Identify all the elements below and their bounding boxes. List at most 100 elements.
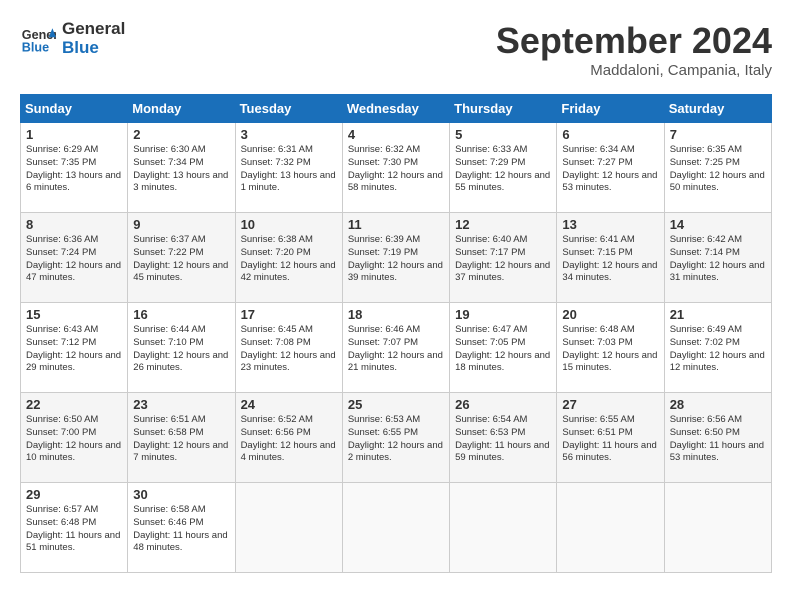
calendar-day-cell: 14 Sunrise: 6:42 AMSunset: 7:14 PMDaylig… — [664, 213, 771, 303]
calendar-week-row: 29 Sunrise: 6:57 AMSunset: 6:48 PMDaylig… — [21, 483, 772, 573]
day-info: Sunrise: 6:58 AMSunset: 6:46 PMDaylight:… — [133, 504, 229, 555]
calendar-day-cell: 9 Sunrise: 6:37 AMSunset: 7:22 PMDayligh… — [128, 213, 235, 303]
day-info: Sunrise: 6:57 AMSunset: 6:48 PMDaylight:… — [26, 504, 122, 555]
logo-text-blue: Blue — [62, 39, 125, 58]
calendar-day-cell: 26 Sunrise: 6:54 AMSunset: 6:53 PMDaylig… — [450, 393, 557, 483]
svg-text:Blue: Blue — [22, 40, 49, 54]
location: Maddaloni, Campania, Italy — [496, 62, 772, 79]
day-number: 17 — [241, 307, 337, 322]
day-number: 4 — [348, 127, 444, 142]
day-number: 2 — [133, 127, 229, 142]
calendar-day-cell: 20 Sunrise: 6:48 AMSunset: 7:03 PMDaylig… — [557, 303, 664, 393]
calendar-week-row: 1 Sunrise: 6:29 AMSunset: 7:35 PMDayligh… — [21, 123, 772, 213]
calendar-day-cell: 8 Sunrise: 6:36 AMSunset: 7:24 PMDayligh… — [21, 213, 128, 303]
day-number: 10 — [241, 217, 337, 232]
calendar-day-cell: 24 Sunrise: 6:52 AMSunset: 6:56 PMDaylig… — [235, 393, 342, 483]
calendar-day-cell — [450, 483, 557, 573]
day-info: Sunrise: 6:45 AMSunset: 7:08 PMDaylight:… — [241, 324, 337, 375]
calendar-day-cell: 22 Sunrise: 6:50 AMSunset: 7:00 PMDaylig… — [21, 393, 128, 483]
calendar-day-cell: 27 Sunrise: 6:55 AMSunset: 6:51 PMDaylig… — [557, 393, 664, 483]
day-number: 26 — [455, 397, 551, 412]
day-number: 3 — [241, 127, 337, 142]
calendar-day-cell: 17 Sunrise: 6:45 AMSunset: 7:08 PMDaylig… — [235, 303, 342, 393]
day-info: Sunrise: 6:32 AMSunset: 7:30 PMDaylight:… — [348, 144, 444, 195]
day-number: 29 — [26, 487, 122, 502]
logo-icon: General Blue — [20, 21, 56, 57]
day-info: Sunrise: 6:33 AMSunset: 7:29 PMDaylight:… — [455, 144, 551, 195]
day-info: Sunrise: 6:50 AMSunset: 7:00 PMDaylight:… — [26, 414, 122, 465]
calendar-day-cell: 23 Sunrise: 6:51 AMSunset: 6:58 PMDaylig… — [128, 393, 235, 483]
day-info: Sunrise: 6:55 AMSunset: 6:51 PMDaylight:… — [562, 414, 658, 465]
calendar-day-cell: 15 Sunrise: 6:43 AMSunset: 7:12 PMDaylig… — [21, 303, 128, 393]
calendar-day-cell: 5 Sunrise: 6:33 AMSunset: 7:29 PMDayligh… — [450, 123, 557, 213]
calendar-week-row: 15 Sunrise: 6:43 AMSunset: 7:12 PMDaylig… — [21, 303, 772, 393]
day-info: Sunrise: 6:48 AMSunset: 7:03 PMDaylight:… — [562, 324, 658, 375]
calendar-day-cell — [342, 483, 449, 573]
day-info: Sunrise: 6:36 AMSunset: 7:24 PMDaylight:… — [26, 234, 122, 285]
calendar-day-cell: 7 Sunrise: 6:35 AMSunset: 7:25 PMDayligh… — [664, 123, 771, 213]
day-info: Sunrise: 6:38 AMSunset: 7:20 PMDaylight:… — [241, 234, 337, 285]
day-info: Sunrise: 6:53 AMSunset: 6:55 PMDaylight:… — [348, 414, 444, 465]
day-number: 7 — [670, 127, 766, 142]
day-number: 24 — [241, 397, 337, 412]
calendar-week-row: 8 Sunrise: 6:36 AMSunset: 7:24 PMDayligh… — [21, 213, 772, 303]
calendar-day-cell: 13 Sunrise: 6:41 AMSunset: 7:15 PMDaylig… — [557, 213, 664, 303]
calendar-day-cell: 18 Sunrise: 6:46 AMSunset: 7:07 PMDaylig… — [342, 303, 449, 393]
weekday-header-sunday: Sunday — [21, 95, 128, 123]
weekday-header-friday: Friday — [557, 95, 664, 123]
day-info: Sunrise: 6:35 AMSunset: 7:25 PMDaylight:… — [670, 144, 766, 195]
calendar-day-cell: 4 Sunrise: 6:32 AMSunset: 7:30 PMDayligh… — [342, 123, 449, 213]
day-number: 11 — [348, 217, 444, 232]
day-info: Sunrise: 6:31 AMSunset: 7:32 PMDaylight:… — [241, 144, 337, 195]
day-number: 8 — [26, 217, 122, 232]
day-number: 23 — [133, 397, 229, 412]
day-info: Sunrise: 6:37 AMSunset: 7:22 PMDaylight:… — [133, 234, 229, 285]
logo: General Blue General Blue — [20, 20, 125, 57]
weekday-header-saturday: Saturday — [664, 95, 771, 123]
day-number: 27 — [562, 397, 658, 412]
title-block: September 2024 Maddaloni, Campania, Ital… — [496, 20, 772, 79]
day-number: 18 — [348, 307, 444, 322]
calendar-day-cell: 3 Sunrise: 6:31 AMSunset: 7:32 PMDayligh… — [235, 123, 342, 213]
day-number: 1 — [26, 127, 122, 142]
day-number: 22 — [26, 397, 122, 412]
calendar-day-cell: 25 Sunrise: 6:53 AMSunset: 6:55 PMDaylig… — [342, 393, 449, 483]
day-info: Sunrise: 6:40 AMSunset: 7:17 PMDaylight:… — [455, 234, 551, 285]
calendar-day-cell: 11 Sunrise: 6:39 AMSunset: 7:19 PMDaylig… — [342, 213, 449, 303]
day-info: Sunrise: 6:41 AMSunset: 7:15 PMDaylight:… — [562, 234, 658, 285]
weekday-header-wednesday: Wednesday — [342, 95, 449, 123]
logo-text-general: General — [62, 20, 125, 39]
calendar-week-row: 22 Sunrise: 6:50 AMSunset: 7:00 PMDaylig… — [21, 393, 772, 483]
day-number: 20 — [562, 307, 658, 322]
day-info: Sunrise: 6:52 AMSunset: 6:56 PMDaylight:… — [241, 414, 337, 465]
day-number: 21 — [670, 307, 766, 322]
calendar-day-cell — [235, 483, 342, 573]
calendar-day-cell: 29 Sunrise: 6:57 AMSunset: 6:48 PMDaylig… — [21, 483, 128, 573]
calendar-day-cell: 6 Sunrise: 6:34 AMSunset: 7:27 PMDayligh… — [557, 123, 664, 213]
weekday-header-thursday: Thursday — [450, 95, 557, 123]
day-info: Sunrise: 6:56 AMSunset: 6:50 PMDaylight:… — [670, 414, 766, 465]
day-info: Sunrise: 6:51 AMSunset: 6:58 PMDaylight:… — [133, 414, 229, 465]
day-info: Sunrise: 6:34 AMSunset: 7:27 PMDaylight:… — [562, 144, 658, 195]
weekday-header-monday: Monday — [128, 95, 235, 123]
calendar-day-cell: 1 Sunrise: 6:29 AMSunset: 7:35 PMDayligh… — [21, 123, 128, 213]
day-number: 16 — [133, 307, 229, 322]
calendar-day-cell: 12 Sunrise: 6:40 AMSunset: 7:17 PMDaylig… — [450, 213, 557, 303]
calendar-day-cell: 28 Sunrise: 6:56 AMSunset: 6:50 PMDaylig… — [664, 393, 771, 483]
day-number: 28 — [670, 397, 766, 412]
calendar-day-cell: 21 Sunrise: 6:49 AMSunset: 7:02 PMDaylig… — [664, 303, 771, 393]
calendar-day-cell — [664, 483, 771, 573]
day-number: 15 — [26, 307, 122, 322]
day-info: Sunrise: 6:54 AMSunset: 6:53 PMDaylight:… — [455, 414, 551, 465]
month-title: September 2024 — [496, 20, 772, 62]
calendar-table: SundayMondayTuesdayWednesdayThursdayFrid… — [20, 94, 772, 573]
day-info: Sunrise: 6:49 AMSunset: 7:02 PMDaylight:… — [670, 324, 766, 375]
calendar-day-cell: 10 Sunrise: 6:38 AMSunset: 7:20 PMDaylig… — [235, 213, 342, 303]
day-number: 30 — [133, 487, 229, 502]
day-info: Sunrise: 6:39 AMSunset: 7:19 PMDaylight:… — [348, 234, 444, 285]
day-number: 25 — [348, 397, 444, 412]
calendar-header-row: SundayMondayTuesdayWednesdayThursdayFrid… — [21, 95, 772, 123]
day-info: Sunrise: 6:44 AMSunset: 7:10 PMDaylight:… — [133, 324, 229, 375]
day-info: Sunrise: 6:42 AMSunset: 7:14 PMDaylight:… — [670, 234, 766, 285]
calendar-day-cell: 30 Sunrise: 6:58 AMSunset: 6:46 PMDaylig… — [128, 483, 235, 573]
